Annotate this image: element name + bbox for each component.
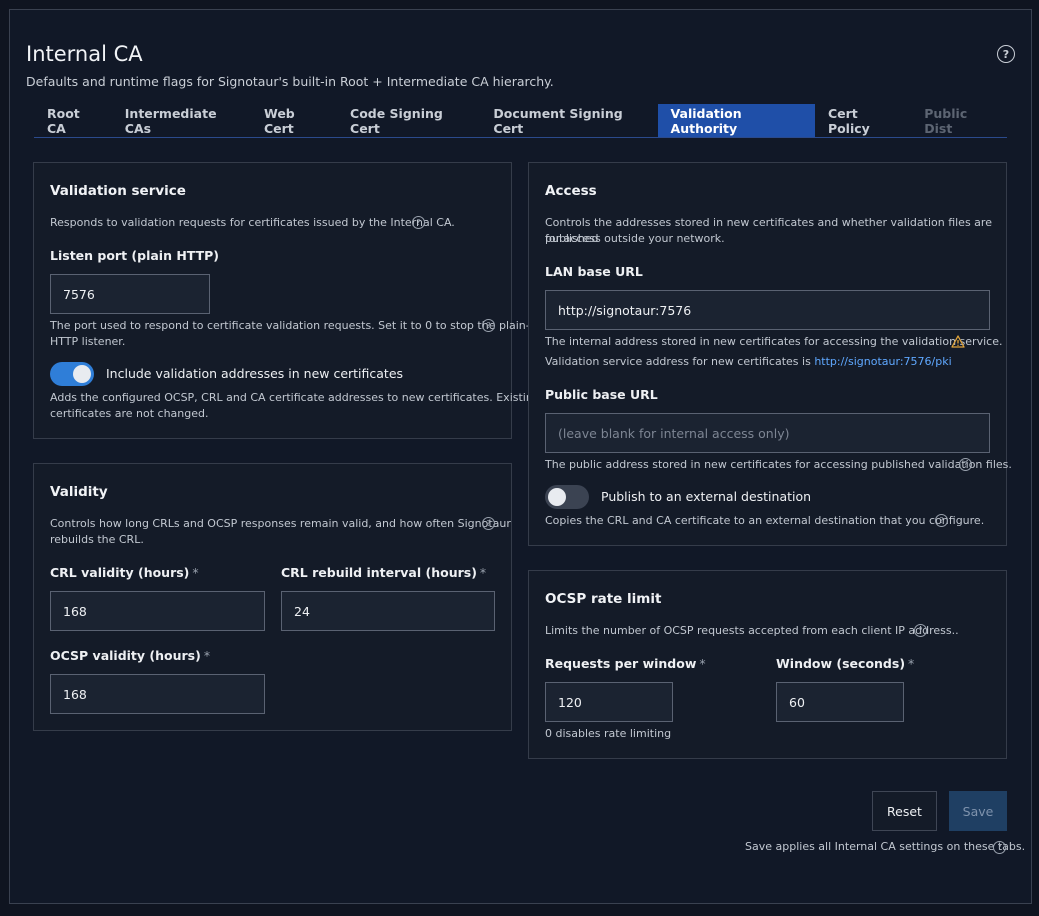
include-addresses-toggle[interactable] [50,362,94,386]
service-address-line: Validation service address for new certi… [545,355,952,368]
toggle-knob [73,365,91,383]
tab-public-dist: Public Dist [924,105,968,136]
listen-port-help-line1: The port used to respond to certificate … [50,319,530,332]
listen-port-help-line2: HTTP listener. [50,335,126,348]
crl-validity-input[interactable]: 168 [50,591,265,631]
tab-document-signing-cert[interactable]: Document Signing Cert [480,104,657,137]
help-icon[interactable]: ? [997,45,1015,63]
tab-root-ca[interactable]: Root CA [34,104,112,137]
tab-cert-policy[interactable]: Cert Policy [815,104,911,137]
validity-description-line1: Controls how long CRLs and OCSP response… [50,517,511,530]
ocsp-validity-label: OCSP validity (hours) * [50,648,211,663]
warning-icon [951,335,965,348]
service-address-link[interactable]: http://signotaur:7576/pki [814,355,951,368]
save-button[interactable]: Save [949,791,1007,831]
public-base-url-input[interactable]: (leave blank for internal access only) [545,413,990,453]
public-base-url-label: Public base URL [545,387,658,402]
validity-title: Validity [50,484,108,500]
validity-help-icon[interactable]: ? [482,517,495,530]
lan-base-url-label: LAN base URL [545,264,643,279]
validation-service-help-icon[interactable]: ? [412,216,425,229]
tab-intermediate-cas[interactable]: Intermediate CAs [112,104,251,137]
listen-port-help-icon[interactable]: ? [482,319,495,332]
window-seconds-input[interactable]: 60 [776,682,904,722]
publish-external-label: Publish to an external destination [601,489,812,504]
crl-rebuild-label: CRL rebuild interval (hours) * [281,565,487,580]
requests-per-window-help: 0 disables rate limiting [545,727,672,740]
access-description-line2: for access outside your network. [545,232,725,245]
crl-rebuild-input[interactable]: 24 [281,591,495,631]
publish-external-help-icon[interactable]: ? [935,514,948,527]
tab-code-signing-cert[interactable]: Code Signing Cert [337,104,480,137]
ocsp-rate-limit-title: OCSP rate limit [545,591,662,607]
publish-external-help: Copies the CRL and CA certificate to an … [545,514,985,527]
include-addresses-help-line2: certificates are not changed. [50,407,209,420]
save-footnote: Save applies all Internal CA settings on… [745,840,1026,853]
toggle-knob [548,488,566,506]
validation-service-title: Validation service [50,183,186,199]
listen-port-label: Listen port (plain HTTP) [50,248,220,263]
tab-bar: Root CA Intermediate CAs Web Cert Code S… [34,104,1007,138]
page-subtitle: Defaults and runtime flags for Signotaur… [26,74,554,89]
validation-service-description: Responds to validation requests for cert… [50,216,455,229]
ocsp-validity-input[interactable]: 168 [50,674,265,714]
include-addresses-help-line1: Adds the configured OCSP, CRL and CA cer… [50,391,540,404]
lan-base-url-input[interactable]: http://signotaur:7576 [545,290,990,330]
requests-per-window-input[interactable]: 120 [545,682,673,722]
page-title: Internal CA [26,42,143,66]
tab-validation-authority[interactable]: Validation Authority [657,104,815,137]
reset-button[interactable]: Reset [872,791,937,831]
tab-web-cert[interactable]: Web Cert [251,104,337,137]
public-base-url-help-icon[interactable]: ? [959,458,972,471]
ocsp-rate-limit-description: Limits the number of OCSP requests accep… [545,624,959,637]
publish-external-toggle[interactable] [545,485,589,509]
validity-description-line2: rebuilds the CRL. [50,533,144,546]
ocsp-rate-limit-help-icon[interactable]: ? [914,624,927,637]
crl-validity-label: CRL validity (hours) * [50,565,199,580]
lan-base-url-help: The internal address stored in new certi… [545,335,1003,348]
access-title: Access [545,183,597,199]
save-help-icon[interactable]: ? [993,841,1006,854]
include-addresses-label: Include validation addresses in new cert… [106,366,404,381]
window-seconds-label: Window (seconds) * [776,656,915,671]
requests-per-window-label: Requests per window * [545,656,706,671]
public-base-url-help: The public address stored in new certifi… [545,458,1012,471]
listen-port-input[interactable]: 7576 [50,274,210,314]
